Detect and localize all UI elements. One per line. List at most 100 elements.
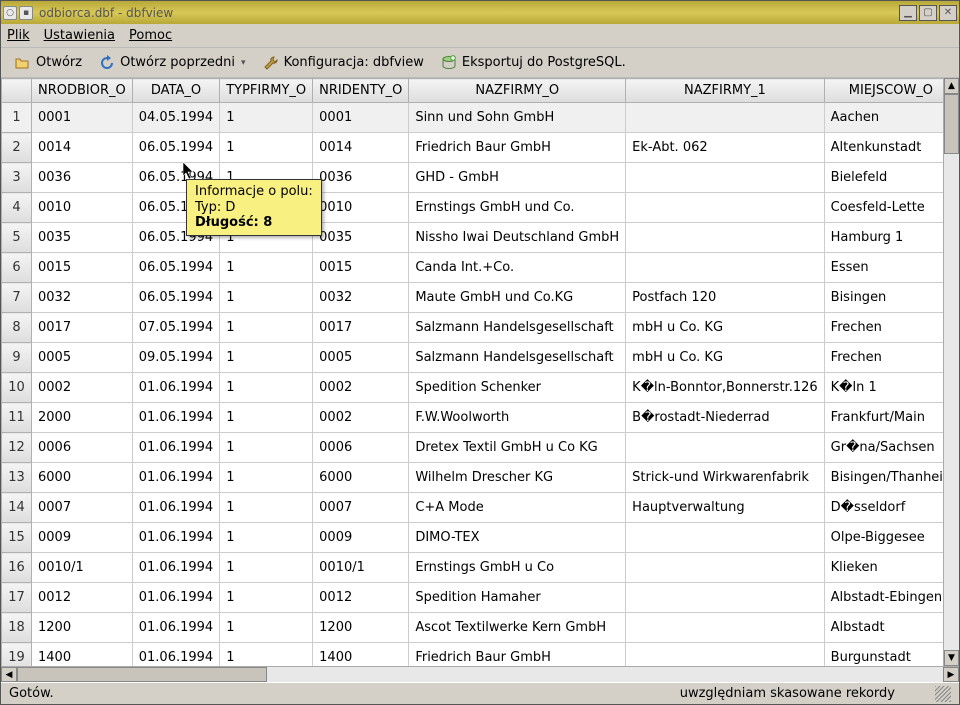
col-header[interactable]: DATA_O xyxy=(132,79,219,103)
cell[interactable] xyxy=(626,253,824,283)
table-row[interactable]: 18120001.06.199411200Ascot Textilwerke K… xyxy=(2,613,944,643)
cell[interactable]: 0001 xyxy=(32,103,133,133)
cell[interactable]: 1 xyxy=(220,373,313,403)
row-number[interactable]: 5 xyxy=(2,223,32,253)
row-number[interactable]: 12 xyxy=(2,433,32,463)
cell[interactable]: 1400 xyxy=(313,643,409,667)
row-number[interactable]: 18 xyxy=(2,613,32,643)
cell[interactable]: Maute GmbH und Co.KG xyxy=(409,283,626,313)
open-previous-button[interactable]: Otwórz poprzedni ▾ xyxy=(91,51,252,75)
cell[interactable]: K�ln 1 xyxy=(824,373,943,403)
scroll-thumb[interactable] xyxy=(17,667,267,682)
cell[interactable]: 1 xyxy=(220,403,313,433)
cell[interactable]: 01.06.1994 xyxy=(132,373,219,403)
table-row[interactable]: 10000201.06.199410002Spedition SchenkerK… xyxy=(2,373,944,403)
cell[interactable]: Friedrich Baur GmbH xyxy=(409,643,626,667)
table-row[interactable]: 7003206.05.199410032Maute GmbH und Co.KG… xyxy=(2,283,944,313)
cell[interactable]: Frankfurt/Main xyxy=(824,403,943,433)
cell[interactable]: 0012 xyxy=(32,583,133,613)
cell[interactable]: 0007 xyxy=(313,493,409,523)
cell[interactable]: Strick-und Wirkwarenfabrik xyxy=(626,463,824,493)
chevron-down-icon[interactable]: ▾ xyxy=(241,58,246,68)
vertical-scrollbar[interactable]: ▲ ▼ xyxy=(943,78,959,666)
cell[interactable]: 1 xyxy=(220,133,313,163)
cell[interactable]: Dretex Textil GmbH u Co KG xyxy=(409,433,626,463)
table-row[interactable]: 8001707.05.199410017Salzmann Handelsgese… xyxy=(2,313,944,343)
menu-help[interactable]: Pomoc xyxy=(129,28,172,43)
resize-grip-icon[interactable] xyxy=(935,686,951,702)
system-menu[interactable]: ○ ▪ xyxy=(3,6,33,20)
cell[interactable]: 0010 xyxy=(32,193,133,223)
cell[interactable]: 1 xyxy=(220,613,313,643)
row-number[interactable]: 2 xyxy=(2,133,32,163)
row-number[interactable]: 1 xyxy=(2,103,32,133)
cell[interactable]: 2000 xyxy=(32,403,133,433)
cell[interactable]: 1 xyxy=(220,283,313,313)
cell[interactable]: 0010/1 xyxy=(32,553,133,583)
cell[interactable] xyxy=(626,223,824,253)
scroll-track[interactable] xyxy=(267,667,943,682)
menu-settings[interactable]: Ustawienia xyxy=(44,28,115,43)
row-number[interactable]: 14 xyxy=(2,493,32,523)
cell[interactable]: Burgunstadt xyxy=(824,643,943,667)
cell[interactable]: 1200 xyxy=(313,613,409,643)
cell[interactable]: 0014 xyxy=(313,133,409,163)
col-header[interactable]: NAZFIRMY_O xyxy=(409,79,626,103)
cell[interactable]: mbH u Co. KG xyxy=(626,343,824,373)
cell[interactable]: 0017 xyxy=(32,313,133,343)
cell[interactable] xyxy=(626,193,824,223)
cell[interactable]: GHD - GmbH xyxy=(409,163,626,193)
open-button[interactable]: Otwórz xyxy=(7,51,89,75)
cell[interactable]: Essen xyxy=(824,253,943,283)
cell[interactable]: Salzmann Handelsgesellschaft xyxy=(409,313,626,343)
cell[interactable]: 0002 xyxy=(313,373,409,403)
cell[interactable]: mbH u Co. KG xyxy=(626,313,824,343)
row-number[interactable]: 16 xyxy=(2,553,32,583)
close-button[interactable]: ✕ xyxy=(939,5,957,21)
cell[interactable] xyxy=(626,613,824,643)
cell[interactable]: Hauptverwaltung xyxy=(626,493,824,523)
cell[interactable]: 0009 xyxy=(313,523,409,553)
cell[interactable]: Ascot Textilwerke Kern GmbH xyxy=(409,613,626,643)
cell[interactable]: Bisingen/Thanhein xyxy=(824,463,943,493)
table-row[interactable]: 14000701.06.199410007C+A ModeHauptverwal… xyxy=(2,493,944,523)
cell[interactable]: Bisingen xyxy=(824,283,943,313)
col-header[interactable]: TYPFIRMY_O xyxy=(220,79,313,103)
table-row[interactable]: 6001506.05.199410015Canda Int.+Co.Essen xyxy=(2,253,944,283)
cell[interactable]: K�ln-Bonntor,Bonnerstr.126 xyxy=(626,373,824,403)
row-number[interactable]: 7 xyxy=(2,283,32,313)
cell[interactable] xyxy=(626,553,824,583)
col-header[interactable]: MIEJSCOW_O xyxy=(824,79,943,103)
cell[interactable]: 06.05.1994 xyxy=(132,133,219,163)
cell[interactable] xyxy=(626,433,824,463)
cell[interactable]: 01.06.1994 xyxy=(132,403,219,433)
row-number[interactable]: 13 xyxy=(2,463,32,493)
col-header[interactable]: NAZFIRMY_1 xyxy=(626,79,824,103)
cell[interactable]: Nissho Iwai Deutschland GmbH xyxy=(409,223,626,253)
config-button[interactable]: Konfiguracja: dbfview xyxy=(255,51,431,75)
cell[interactable]: 1 xyxy=(220,253,313,283)
cell[interactable] xyxy=(626,643,824,667)
cell[interactable]: 0010/1 xyxy=(313,553,409,583)
cell[interactable]: 01.06.1994 xyxy=(132,583,219,613)
cell[interactable]: 0002 xyxy=(32,373,133,403)
row-number[interactable]: 9 xyxy=(2,343,32,373)
table-row[interactable]: 15000901.06.199410009DIMO-TEXOlpe-Bigges… xyxy=(2,523,944,553)
cell[interactable]: F.W.Woolworth xyxy=(409,403,626,433)
cell[interactable]: 0017 xyxy=(313,313,409,343)
row-number[interactable]: 3 xyxy=(2,163,32,193)
row-number[interactable]: 10 xyxy=(2,373,32,403)
cell[interactable]: 0035 xyxy=(313,223,409,253)
cell[interactable]: 1 xyxy=(220,493,313,523)
cell[interactable]: Ek-Abt. 062 xyxy=(626,133,824,163)
sys-pin-icon[interactable]: ▪ xyxy=(19,6,33,20)
table-row[interactable]: 3003606.05.199410036GHD - GmbHBielefeld xyxy=(2,163,944,193)
cell[interactable]: 01.06.1994 xyxy=(132,463,219,493)
cell[interactable]: Salzmann Handelsgesellschaft xyxy=(409,343,626,373)
cell[interactable]: 0001 xyxy=(313,103,409,133)
cell[interactable]: 01.06.1994 xyxy=(132,433,219,463)
row-number[interactable]: 8 xyxy=(2,313,32,343)
cell[interactable]: 0005 xyxy=(313,343,409,373)
cell[interactable]: 0009 xyxy=(32,523,133,553)
cell[interactable]: 1 xyxy=(220,433,313,463)
